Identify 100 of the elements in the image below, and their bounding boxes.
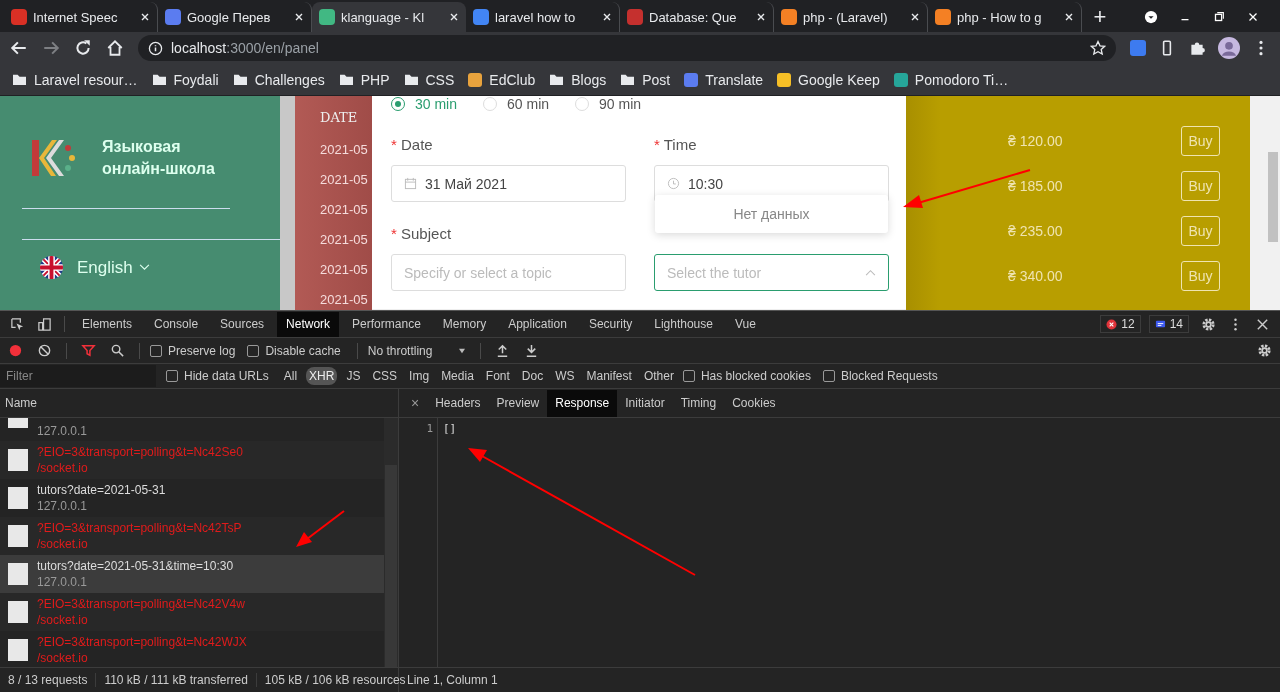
hide-data-urls-checkbox[interactable]: Hide data URLs: [166, 369, 269, 383]
filter-icon[interactable]: [81, 343, 96, 358]
price-text: ₴ 235.00: [1008, 222, 1063, 239]
devtools-tab[interactable]: Console: [145, 311, 208, 337]
detail-tab[interactable]: Headers: [427, 389, 489, 417]
folder-icon: [12, 73, 27, 86]
close-icon[interactable]: [910, 12, 920, 22]
record-icon[interactable]: [8, 343, 23, 358]
disable-cache-checkbox[interactable]: Disable cache: [247, 343, 341, 358]
devtools-tab[interactable]: Network: [277, 311, 340, 337]
devtools-tab[interactable]: Application: [499, 311, 576, 337]
bookmark[interactable]: Translate: [684, 71, 764, 88]
close-icon[interactable]: [756, 12, 766, 22]
reload-icon[interactable]: [74, 39, 92, 57]
duration-radio[interactable]: 60 min: [483, 96, 550, 112]
folder-icon: [338, 73, 354, 86]
error-icon: [1106, 318, 1118, 330]
bookmark[interactable]: Pomodoro Ti…: [893, 71, 1009, 88]
subject-field[interactable]: Specify or select a topic: [391, 254, 626, 291]
date-cell-text: 2021-05: [320, 231, 369, 249]
devtools-tab[interactable]: Memory: [433, 311, 496, 337]
search-icon[interactable]: [110, 343, 125, 358]
back-icon[interactable]: [10, 39, 28, 57]
settings-icon[interactable]: [1201, 316, 1216, 332]
scrollbar[interactable]: [384, 418, 398, 667]
scrollbar[interactable]: [1250, 96, 1280, 310]
devtools-tab[interactable]: Vue: [725, 311, 765, 337]
devtools-tab[interactable]: Elements: [73, 311, 142, 337]
info-icon[interactable]: [148, 40, 163, 56]
close-icon[interactable]: [140, 12, 150, 22]
home-icon[interactable]: [106, 39, 124, 57]
detail-tab[interactable]: Timing: [672, 389, 725, 417]
type-filter[interactable]: CSS: [369, 367, 401, 385]
detail-tab[interactable]: Preview: [488, 389, 548, 417]
price-text: ₴ 340.00: [1008, 267, 1063, 284]
detail-tab[interactable]: Response: [547, 389, 618, 417]
detail-tab[interactable]: Cookies: [724, 389, 784, 417]
avatar-icon[interactable]: [1218, 37, 1240, 59]
file-icon: [8, 639, 28, 661]
duration-radio[interactable]: 90 min: [575, 96, 642, 112]
date-cell-text: 2021-05: [320, 141, 369, 159]
folder-icon: [403, 73, 419, 86]
devtools-tab[interactable]: Lighthouse: [645, 311, 722, 337]
tab-search-icon[interactable]: [1144, 10, 1158, 24]
bookmark[interactable]: Post: [620, 71, 671, 88]
type-filter[interactable]: Manifest: [583, 367, 635, 385]
bookmark[interactable]: Blogs: [549, 71, 607, 88]
folder-icon: [549, 73, 565, 86]
date-field[interactable]: 31 Май 2021: [391, 165, 626, 202]
blocked-cookies-checkbox[interactable]: Has blocked cookies: [682, 369, 811, 383]
file-icon: [8, 563, 28, 585]
blocked-requests-checkbox[interactable]: Blocked Requests: [822, 369, 938, 383]
type-filter[interactable]: Media: [438, 367, 477, 385]
filter-field[interactable]: Filter: [0, 365, 156, 387]
date-label: * Date: [391, 136, 434, 155]
file-icon: [8, 601, 28, 623]
type-filter[interactable]: XHR: [306, 367, 338, 385]
duration-radio[interactable]: 30 min: [391, 96, 458, 112]
type-filter[interactable]: Doc: [518, 367, 547, 385]
type-filter[interactable]: All: [280, 367, 301, 385]
bookmark[interactable]: CSS: [403, 71, 455, 88]
bookmark[interactable]: Google Keep: [777, 71, 880, 88]
language-selector[interactable]: English: [0, 240, 280, 279]
bookmark[interactable]: Foydali: [151, 71, 219, 88]
type-filter[interactable]: JS: [343, 367, 364, 385]
preserve-log-checkbox[interactable]: Preserve log: [150, 343, 236, 358]
status-text: 8 / 13 requests: [0, 673, 97, 687]
caret-icon: [458, 347, 467, 354]
settings-icon[interactable]: [1257, 343, 1272, 358]
clear-icon[interactable]: [37, 343, 52, 358]
browser-tab[interactable]: klanguage - Kl: [312, 2, 466, 32]
inspect-icon[interactable]: [10, 316, 25, 332]
bookmark[interactable]: Laravel resour…: [12, 71, 138, 88]
type-filter[interactable]: Other: [640, 367, 677, 385]
throttling-select[interactable]: No throttling: [367, 343, 467, 358]
bookmark-star-icon[interactable]: [1090, 40, 1106, 56]
forward-icon[interactable]: [42, 39, 60, 57]
bookmark[interactable]: Challenges: [232, 71, 325, 88]
devtools-tab[interactable]: Sources: [211, 311, 274, 337]
restore-icon[interactable]: [1212, 10, 1226, 24]
type-filter[interactable]: Img: [406, 367, 433, 385]
device-icon[interactable]: [37, 316, 52, 332]
bookmark[interactable]: EdClub: [468, 71, 536, 88]
close-icon[interactable]: [602, 12, 612, 22]
calendar-icon: [404, 177, 417, 190]
detail-tab[interactable]: Initiator: [617, 389, 673, 417]
subject-label: * Subject: [391, 225, 453, 244]
close-icon[interactable]: [449, 12, 459, 22]
type-filter[interactable]: Font: [482, 367, 513, 385]
bookmark[interactable]: PHP: [338, 71, 390, 88]
devtools-tab[interactable]: Performance: [343, 311, 430, 337]
date-cell-text: 2021-05: [320, 261, 369, 279]
new-tab-button[interactable]: +: [1082, 2, 1118, 32]
type-filter[interactable]: WS: [552, 367, 578, 385]
address-bar[interactable]: localhost:3000/en/panel: [138, 35, 1116, 61]
request-row[interactable]: tutors?date=2021-05-31&time=10:30 127.0.0.1: [0, 555, 384, 593]
devtools-tab[interactable]: Security: [579, 311, 642, 337]
close-icon[interactable]: [294, 12, 304, 22]
close-button[interactable]: ×: [403, 395, 428, 411]
close-icon[interactable]: [1064, 12, 1074, 22]
